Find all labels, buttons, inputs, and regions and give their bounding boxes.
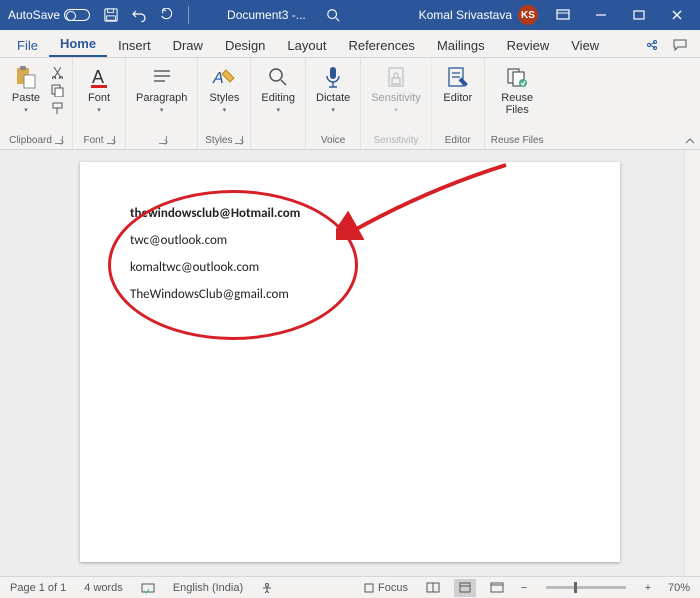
vertical-scrollbar[interactable] xyxy=(684,150,700,576)
reuse-files-icon xyxy=(505,64,529,90)
document-title[interactable]: Document3 -... xyxy=(227,8,306,22)
autosave-label: AutoSave xyxy=(8,8,60,22)
svg-text:A: A xyxy=(92,67,104,87)
search-icon[interactable] xyxy=(322,4,344,26)
group-reuse-files: ReuseFiles Reuse Files xyxy=(485,58,550,149)
redo-icon[interactable] xyxy=(156,4,178,26)
word-count[interactable]: 4 words xyxy=(80,582,127,594)
dialog-launcher-icon[interactable] xyxy=(235,136,243,144)
group-paragraph: Paragraph ▾ xyxy=(126,58,198,149)
group-sensitivity: Sensitivity ▾ Sensitivity xyxy=(361,58,432,149)
chevron-down-icon: ▾ xyxy=(223,106,227,114)
format-painter-icon[interactable] xyxy=(48,100,66,116)
copy-icon[interactable] xyxy=(48,82,66,98)
spellcheck-icon[interactable] xyxy=(137,582,159,594)
doc-line[interactable]: komaltwc@outlook.com xyxy=(130,260,570,275)
tab-file[interactable]: File xyxy=(6,33,49,57)
sensitivity-button: Sensitivity ▾ xyxy=(367,62,425,114)
title-bar: AutoSave Document3 -... Komal Srivastava… xyxy=(0,0,700,30)
paragraph-button[interactable]: Paragraph ▾ xyxy=(132,62,191,114)
doc-line[interactable]: twc@outlook.com xyxy=(130,233,570,248)
chevron-down-icon: ▾ xyxy=(97,106,101,114)
group-voice: Dictate ▾ Voice xyxy=(306,58,361,149)
editing-button[interactable]: Editing ▾ xyxy=(257,62,299,114)
reuse-files-button[interactable]: ReuseFiles xyxy=(497,62,537,116)
tab-review[interactable]: Review xyxy=(496,33,561,57)
minimize-icon[interactable] xyxy=(582,0,620,30)
svg-text:A: A xyxy=(212,70,224,87)
chevron-down-icon: ▾ xyxy=(276,106,280,114)
cut-icon[interactable] xyxy=(48,64,66,80)
document-page[interactable]: thewindowsclub@Hotmail.com twc@outlook.c… xyxy=(80,162,620,562)
user-name: Komal Srivastava xyxy=(419,8,512,22)
chevron-down-icon: ▾ xyxy=(331,106,335,114)
tab-mailings[interactable]: Mailings xyxy=(426,33,496,57)
group-editing: Editing ▾ xyxy=(251,58,306,149)
autosave-switch-icon xyxy=(64,9,90,21)
microphone-icon xyxy=(321,64,345,90)
group-styles: A Styles ▾ Styles xyxy=(198,58,251,149)
undo-icon[interactable] xyxy=(128,4,150,26)
account-button[interactable]: Komal Srivastava KS xyxy=(419,5,538,25)
group-font: A Font ▾ Font xyxy=(73,58,126,149)
share-icon[interactable] xyxy=(638,33,666,57)
paragraph-icon xyxy=(150,64,174,90)
print-layout-icon[interactable] xyxy=(454,579,476,597)
zoom-in-icon[interactable]: + xyxy=(642,582,654,594)
zoom-level[interactable]: 70% xyxy=(664,582,694,594)
web-layout-icon[interactable] xyxy=(486,579,508,597)
tab-insert[interactable]: Insert xyxy=(107,33,162,57)
dialog-launcher-icon[interactable] xyxy=(55,136,63,144)
close-icon[interactable] xyxy=(658,0,696,30)
comments-icon[interactable] xyxy=(666,33,694,57)
doc-line[interactable]: TheWindowsClub@gmail.com xyxy=(130,287,570,302)
ribbon: Paste ▾ Clipboard A Font ▾ Font Paragrap xyxy=(0,58,700,150)
font-button[interactable]: A Font ▾ xyxy=(79,62,119,114)
paste-button[interactable]: Paste ▾ xyxy=(6,62,46,114)
editor-button[interactable]: Editor xyxy=(438,62,478,104)
tab-draw[interactable]: Draw xyxy=(162,33,214,57)
sensitivity-icon xyxy=(384,64,408,90)
page-number[interactable]: Page 1 of 1 xyxy=(6,582,70,594)
dictate-button[interactable]: Dictate ▾ xyxy=(312,62,354,114)
ribbon-tabs: File Home Insert Draw Design Layout Refe… xyxy=(0,30,700,58)
focus-mode[interactable]: Focus xyxy=(359,582,412,594)
accessibility-icon[interactable] xyxy=(257,582,277,594)
group-clipboard: Paste ▾ Clipboard xyxy=(0,58,73,149)
chevron-down-icon: ▾ xyxy=(24,106,28,114)
tab-design[interactable]: Design xyxy=(214,33,276,57)
tab-view[interactable]: View xyxy=(560,33,610,57)
collapse-ribbon-icon[interactable] xyxy=(684,135,696,147)
avatar: KS xyxy=(518,5,538,25)
paste-icon xyxy=(14,64,38,90)
editor-icon xyxy=(446,64,470,90)
doc-line[interactable]: thewindowsclub@Hotmail.com xyxy=(130,206,570,221)
save-icon[interactable] xyxy=(100,4,122,26)
styles-icon: A xyxy=(212,64,236,90)
tab-home[interactable]: Home xyxy=(49,31,107,57)
chevron-down-icon: ▾ xyxy=(160,106,164,114)
dialog-launcher-icon[interactable] xyxy=(159,136,167,144)
zoom-slider[interactable] xyxy=(546,586,626,589)
maximize-icon[interactable] xyxy=(620,0,658,30)
group-editor: Editor Editor xyxy=(432,58,485,149)
styles-button[interactable]: A Styles ▾ xyxy=(204,62,244,114)
tab-references[interactable]: References xyxy=(337,33,425,57)
ribbon-display-icon[interactable] xyxy=(544,0,582,30)
chevron-down-icon: ▾ xyxy=(394,106,398,114)
language[interactable]: English (India) xyxy=(169,582,247,594)
zoom-out-icon[interactable]: − xyxy=(518,582,530,594)
tab-layout[interactable]: Layout xyxy=(276,33,337,57)
status-bar: Page 1 of 1 4 words English (India) Focu… xyxy=(0,576,700,598)
autosave-toggle[interactable]: AutoSave xyxy=(4,8,94,22)
document-area: thewindowsclub@Hotmail.com twc@outlook.c… xyxy=(0,150,700,576)
dialog-launcher-icon[interactable] xyxy=(107,136,115,144)
find-icon xyxy=(266,64,290,90)
font-icon: A xyxy=(87,64,111,90)
read-mode-icon[interactable] xyxy=(422,579,444,597)
